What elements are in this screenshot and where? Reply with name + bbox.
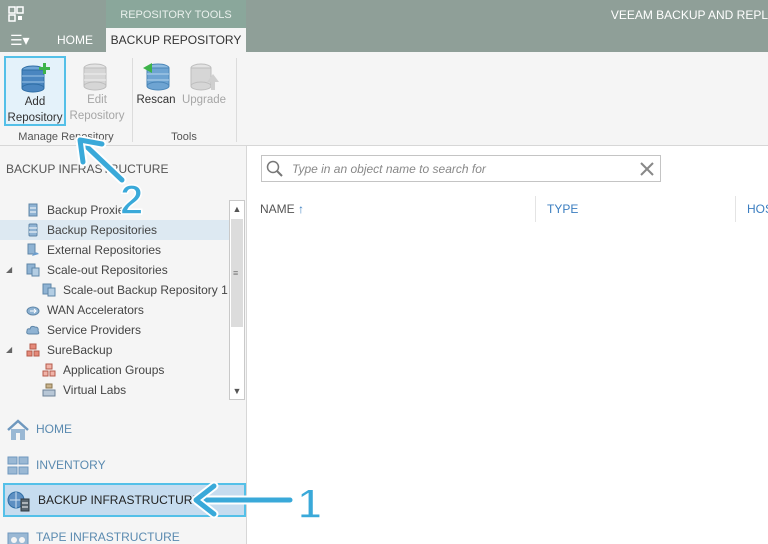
nav-label: BACKUP INFRASTRUCTURE — [38, 493, 201, 507]
external-repository-icon — [27, 243, 39, 256]
add-repository-label-line2: Repository — [7, 112, 63, 124]
title-bar: REPOSITORY TOOLS VEEAM BACKUP AND REPL ☰… — [0, 0, 768, 52]
tree-item-virtual-labs[interactable]: Virtual Labs — [0, 380, 230, 400]
tree-item-label: Backup Repositories — [47, 223, 158, 237]
column-divider[interactable] — [535, 196, 536, 222]
expand-collapse-icon[interactable]: ◢ — [6, 340, 12, 360]
add-repository-label-line1: Add — [24, 96, 46, 108]
edit-repository-label-line2: Repository — [69, 110, 125, 122]
edit-repository-button[interactable]: Edit Repository — [66, 56, 128, 126]
scroll-down-arrow-icon[interactable]: ▼ — [230, 383, 244, 399]
surebackup-icon — [26, 343, 40, 357]
edit-repository-icon — [83, 63, 107, 91]
window-title: VEEAM BACKUP AND REPL — [610, 8, 768, 22]
upgrade-icon — [190, 63, 219, 91]
tree-item-label: Virtual Labs — [63, 383, 127, 397]
main-menu-button[interactable]: ☰▾ — [10, 33, 30, 47]
tree-item-wan-accelerators[interactable]: WAN Accelerators — [0, 300, 230, 320]
column-header-name[interactable]: NAME ↑ — [260, 202, 304, 216]
tree-scrollbar[interactable]: ▲ ≡ ▼ — [229, 200, 245, 400]
column-header-label: NAME — [260, 202, 295, 216]
tree-item-label: Service Providers — [47, 323, 142, 337]
add-repository-icon — [21, 63, 50, 93]
tab-home[interactable]: HOME — [44, 28, 106, 52]
backup-infrastructure-icon — [7, 491, 30, 512]
virtual-lab-icon — [42, 383, 56, 397]
scale-out-icon — [26, 263, 40, 277]
search-icon — [266, 160, 283, 177]
tree-item-label: Scale-out Repositories — [47, 263, 168, 277]
nav-home[interactable]: HOME — [0, 412, 247, 446]
inventory-icon — [7, 456, 29, 475]
annotation-step-2-number: 2 — [120, 176, 143, 220]
wan-accelerator-icon — [26, 306, 40, 316]
grip-icon: ≡ — [233, 268, 239, 278]
scrollbar-thumb[interactable]: ≡ — [231, 219, 243, 327]
upgrade-label: Upgrade — [181, 94, 227, 106]
tree-item-backup-repositories[interactable]: Backup Repositories — [0, 220, 230, 240]
tree-item-external-repositories[interactable]: External Repositories — [0, 240, 230, 260]
application-group-icon — [42, 363, 56, 377]
annotation-step-2: 2 — [75, 135, 144, 220]
tab-backup-repository[interactable]: BACKUP REPOSITORY — [106, 28, 246, 52]
annotation-step-1-number: 1 — [298, 480, 321, 524]
edit-repository-label-line1: Edit — [87, 94, 107, 106]
annotation-step-1: 1 — [191, 479, 322, 524]
add-repository-button[interactable]: Add Repository — [4, 56, 66, 126]
ribbon-separator — [236, 58, 237, 142]
tree-item-label: SureBackup — [47, 343, 113, 357]
search-box[interactable]: Type in an object name to search for — [261, 155, 661, 182]
context-tab-group-label: REPOSITORY TOOLS — [106, 0, 246, 28]
tree-item-label: External Repositories — [47, 243, 162, 257]
home-icon — [7, 419, 29, 440]
sort-ascending-icon: ↑ — [298, 202, 305, 216]
tree-item-label: Application Groups — [63, 363, 165, 377]
server-icon — [28, 203, 38, 217]
upgrade-button[interactable]: Upgrade — [176, 56, 232, 126]
veeam-app-icon[interactable] — [8, 6, 24, 22]
tree-item-service-providers[interactable]: Service Providers — [0, 320, 230, 340]
search-input[interactable]: Type in an object name to search for — [292, 162, 486, 176]
column-header-type[interactable]: TYPE — [547, 202, 578, 216]
expand-collapse-icon[interactable]: ◢ — [6, 260, 12, 280]
tree-item-scale-out-repositories[interactable]: ◢ Scale-out Repositories — [0, 260, 230, 280]
nav-label: HOME — [36, 422, 72, 436]
rescan-icon — [143, 63, 170, 91]
infrastructure-tree: Backup Proxies Backup Repositories Exter… — [0, 200, 230, 400]
tree-item-label: Scale-out Backup Repository 1 — [63, 283, 228, 297]
tree-item-scale-out-backup-repository-1[interactable]: Scale-out Backup Repository 1 — [0, 280, 230, 300]
tree-item-surebackup[interactable]: ◢ SureBackup — [0, 340, 230, 360]
scroll-up-arrow-icon[interactable]: ▲ — [230, 201, 244, 217]
scale-out-icon — [42, 283, 56, 297]
nav-label: TAPE INFRASTRUCTURE — [36, 530, 180, 544]
clear-search-icon[interactable] — [638, 160, 656, 178]
tape-icon — [7, 532, 29, 544]
hamburger-icon: ☰▾ — [10, 32, 30, 48]
ribbon: Add Repository Edit Repository Manage Re… — [0, 52, 768, 146]
nav-label: INVENTORY — [36, 458, 106, 472]
column-divider[interactable] — [735, 196, 736, 222]
tree-item-application-groups[interactable]: Application Groups — [0, 360, 230, 380]
cloud-icon — [26, 325, 40, 335]
tree-item-label: WAN Accelerators — [47, 303, 144, 317]
column-header-host[interactable]: HOS — [747, 202, 768, 216]
database-icon — [28, 223, 38, 237]
